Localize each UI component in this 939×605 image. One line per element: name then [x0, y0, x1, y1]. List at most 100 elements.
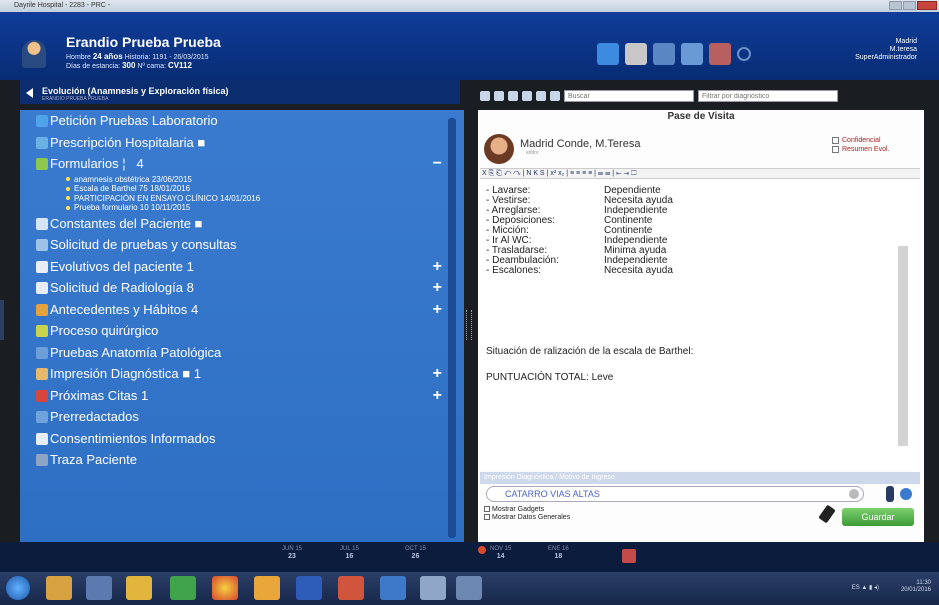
- form-entry[interactable]: Prueba formulario 10 10/11/2015: [66, 203, 456, 213]
- form-entry[interactable]: Escala de Barthel 75 18/01/2016: [66, 184, 456, 194]
- taskbar-app-icon[interactable]: [46, 576, 72, 600]
- barthel-situation: Situación de ralización de la escala de …: [486, 346, 694, 357]
- barthel-total: PUNTUACIÓN TOTAL: Leve: [486, 372, 614, 383]
- add-impresion-icon[interactable]: +: [433, 363, 442, 385]
- editor-toolbar[interactable]: X ⎘ ⎗ ↶ ↷ | N K S | x² x₂ | ≡ ≡ ≡ ≡ | ☰ …: [480, 168, 920, 179]
- barthel-rows: - Lavarse: Dependiente - Vestirse: Necesit…: [486, 186, 673, 276]
- impresion-field[interactable]: CATARRO VIAS ALTAS: [486, 486, 864, 502]
- menu-item-radiologia[interactable]: Solicitud de Radiología 8 +: [36, 277, 456, 299]
- add-radiologia-icon[interactable]: +: [433, 277, 442, 299]
- microscope-icon: [36, 346, 48, 359]
- add-evolutivo-icon[interactable]: +: [433, 256, 442, 278]
- clock: 11:30 20/01/2016: [900, 580, 931, 593]
- resumen-checkbox[interactable]: Resumen Evol.: [832, 145, 889, 154]
- patient-info-line1: Hombre 24 años Historia: 1191 - 26/03/20…: [66, 52, 209, 61]
- folder-icon[interactable]: [126, 576, 152, 600]
- patient-name: Erandio Prueba Prueba: [66, 34, 221, 50]
- taskbar-app-icon[interactable]: [456, 576, 482, 600]
- diagnosis-filter-input[interactable]: [698, 90, 838, 102]
- editor-scrollbar[interactable]: [898, 246, 908, 446]
- menu-item-prerredactados[interactable]: Prerredactados: [36, 406, 456, 428]
- form-icon: [36, 158, 48, 170]
- menu-item-solicitud-pruebas[interactable]: Solicitud de pruebas y consultas: [36, 234, 456, 256]
- menu-item-anatomia[interactable]: Pruebas Anatomía Patológica: [36, 342, 456, 364]
- menu-item-citas[interactable]: Próximas Citas 1 +: [36, 385, 456, 407]
- form-entry[interactable]: PARTICIPACIÓN EN ENSAYO CLÍNICO 14/01/20…: [66, 194, 456, 204]
- menu-item-quirurgico[interactable]: Proceso quirúrgico: [36, 320, 456, 342]
- note-editor[interactable]: - Lavarse: Dependiente - Vestirse: Necesit…: [480, 180, 916, 470]
- note-header: Pase de Visita: [667, 111, 735, 122]
- display-options: Mostrar Gadgets Mostrar Datos Generales: [484, 506, 570, 522]
- mostrar-gadgets-checkbox[interactable]: Mostrar Gadgets: [484, 506, 570, 514]
- timeline-entry[interactable]: JUL 15 16: [340, 546, 359, 560]
- timeline-entry[interactable]: JUN 15 23: [282, 546, 302, 560]
- menu-item-antecedentes[interactable]: Antecedentes y Hábitos 4 +: [36, 299, 456, 321]
- start-button[interactable]: [6, 576, 30, 600]
- visit-timeline: JUN 15 23 JUL 15 16 OCT 15 26 NOV 15 14 ENE …: [0, 542, 939, 572]
- barthel-row: - Escalones: Necesita ayuda: [486, 265, 673, 276]
- taskbar: ES ▲ ▮ ◂) 11:30 20/01/2016: [0, 572, 939, 605]
- vitals-icon: [36, 217, 48, 230]
- timeline-entry[interactable]: OCT 15 26: [405, 546, 426, 560]
- timeline-entry[interactable]: ENE 16 18: [548, 546, 569, 560]
- add-antecedente-icon[interactable]: +: [433, 299, 442, 321]
- pin-icon[interactable]: [886, 486, 894, 502]
- document-icon[interactable]: [681, 43, 703, 65]
- menu-item-consentimientos[interactable]: Consentimientos Informados: [36, 428, 456, 450]
- menu-item-peticion-laboratorio[interactable]: Petición Pruebas Laboratorio: [36, 110, 456, 132]
- timeline-entry[interactable]: NOV 15 14: [490, 546, 511, 560]
- menu-scrollbar[interactable]: [448, 118, 456, 538]
- close-button[interactable]: [917, 1, 937, 10]
- save-button[interactable]: Guardar: [842, 508, 914, 526]
- brush-icon[interactable]: [818, 504, 836, 524]
- stethoscope-icon[interactable]: [508, 91, 518, 101]
- skype-icon[interactable]: [597, 43, 619, 65]
- note-toolbar: [480, 88, 920, 104]
- splitter-handle[interactable]: [466, 310, 472, 340]
- chrome-icon[interactable]: [212, 576, 238, 600]
- timeline-calendar-icon[interactable]: [622, 549, 636, 563]
- taskbar-app-icon[interactable]: [420, 576, 446, 600]
- scan-icon[interactable]: [709, 43, 731, 65]
- system-tray[interactable]: ES ▲ ▮ ◂): [852, 584, 879, 591]
- doctor-avatar: [484, 134, 514, 164]
- people-icon[interactable]: [536, 91, 546, 101]
- left-menu-panel: Petición Pruebas Laboratorio Prescripció…: [20, 110, 464, 542]
- confidencial-checkbox[interactable]: Confidencial: [832, 136, 889, 145]
- back-arrow-icon[interactable]: [26, 88, 33, 98]
- settings-icon[interactable]: [737, 47, 751, 61]
- search-input[interactable]: [564, 90, 694, 102]
- form-entry[interactable]: anamnesis obstétrica 23/06/2015: [66, 175, 456, 185]
- taskbar-app-icon[interactable]: [170, 576, 196, 600]
- history-icon: [36, 303, 48, 316]
- search-clear-icon[interactable]: [849, 489, 859, 499]
- powerpoint-icon[interactable]: [338, 576, 364, 600]
- book-icon[interactable]: [550, 91, 560, 101]
- menu-item-impresion[interactable]: Impresión Diagnóstica ■ 1 +: [36, 363, 456, 385]
- table-icon[interactable]: [494, 91, 504, 101]
- left-edge-handle[interactable]: [0, 300, 4, 340]
- page-icon[interactable]: [522, 91, 532, 101]
- menu-list: Petición Pruebas Laboratorio Prescripció…: [36, 110, 456, 471]
- menu-item-formularios[interactable]: Formularios ¦ 4−: [36, 153, 456, 175]
- minimize-button[interactable]: [889, 1, 902, 10]
- taskbar-app-icon[interactable]: [254, 576, 280, 600]
- refresh-icon[interactable]: [900, 488, 912, 500]
- maximize-button[interactable]: [903, 1, 916, 10]
- window-controls: [889, 1, 937, 10]
- taskbar-app-icon[interactable]: [380, 576, 406, 600]
- menu-item-prescripcion[interactable]: Prescripción Hospitalaria ■: [36, 132, 456, 154]
- users-icon[interactable]: [625, 43, 647, 65]
- menu-item-evolutivos[interactable]: Evolutivos del paciente 1 +: [36, 256, 456, 278]
- trace-icon: [36, 454, 48, 466]
- add-cita-icon[interactable]: +: [433, 385, 442, 407]
- menu-item-traza[interactable]: Traza Paciente: [36, 449, 456, 471]
- grid-icon[interactable]: [480, 91, 490, 101]
- window-title: Dayrile Hospital - 2283 - PRC -: [14, 2, 111, 9]
- mostrar-datos-checkbox[interactable]: Mostrar Datos Generales: [484, 514, 570, 522]
- monitor-icon[interactable]: [653, 43, 675, 65]
- doctor-name: Madrid Conde, M.Teresa: [520, 138, 641, 150]
- menu-item-constantes[interactable]: Constantes del Paciente ■: [36, 213, 456, 235]
- taskbar-app-icon[interactable]: [86, 576, 112, 600]
- word-icon[interactable]: [296, 576, 322, 600]
